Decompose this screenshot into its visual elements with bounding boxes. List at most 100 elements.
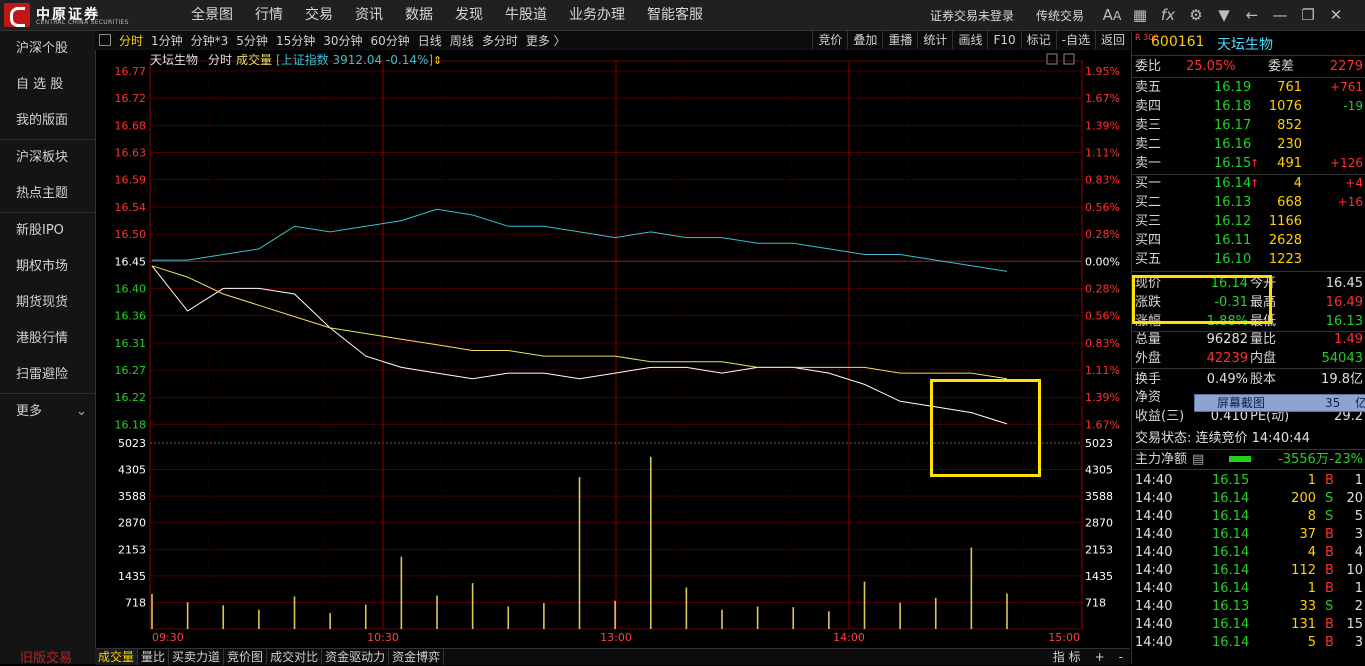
menu-service[interactable]: 智能客服 [647, 0, 703, 30]
sidebar-item-hot-topics[interactable]: 热点主题 [0, 176, 95, 212]
bids-level-row[interactable]: 买三 16.12 1166 [1132, 212, 1365, 231]
bids-level-row[interactable]: 买四 16.11 2628 [1132, 231, 1365, 250]
overlay-button[interactable]: 叠加 [847, 31, 882, 49]
tab-1min[interactable]: 1分钟 [151, 32, 183, 49]
menu-business[interactable]: 业务办理 [569, 0, 625, 30]
stats-button[interactable]: 统计 [917, 31, 952, 49]
restore-icon[interactable]: ❐ [1294, 6, 1322, 24]
divider [1132, 368, 1365, 369]
menu-quotes[interactable]: 行情 [255, 0, 283, 30]
price-tick-label: 16.72 [115, 92, 147, 105]
stat-value: 19.8亿 [1321, 372, 1363, 387]
close-icon[interactable]: ✕ [1322, 6, 1350, 24]
tab-60min[interactable]: 60分钟 [371, 32, 410, 49]
pct-tick-label: 0.28% [1085, 282, 1120, 295]
tick-time: 14:40 [1135, 509, 1173, 524]
volume-tick-label: 1435 [118, 570, 146, 583]
sidebar-item-risk[interactable]: 扫雷避险 [0, 357, 95, 393]
asks-level-row[interactable]: 卖四 16.18 1076 -19 [1132, 97, 1365, 116]
tab-buy-sell-power[interactable]: 买卖力道 [169, 649, 225, 665]
stat-row: 总量 96282 量比 1.49 [1132, 330, 1365, 349]
auction-button[interactable]: 竞价 [812, 31, 847, 49]
grid-icon[interactable]: ▦ [1126, 6, 1154, 24]
tab-volume-ratio[interactable]: 量比 [138, 649, 170, 665]
indicator-button[interactable]: 指 标 [1046, 649, 1088, 665]
bids-level-row[interactable]: 买五 16.10 1223 [1132, 250, 1365, 269]
tab-weekly[interactable]: 周线 [450, 32, 474, 49]
tab-auction-chart[interactable]: 竞价图 [224, 649, 268, 665]
add-indicator-button[interactable]: + [1088, 649, 1112, 665]
tab-volume[interactable]: 成交量 [95, 649, 139, 665]
pct-tick-label: 0.28% [1085, 228, 1120, 241]
sidebar-item-hk[interactable]: 港股行情 [0, 321, 95, 357]
sidebar-item-my-layout[interactable]: 我的版面 [0, 103, 95, 139]
intraday-chart[interactable]: 16.77 1.95% 16.72 1.67% 16.68 1.39% 16.63 1.11%… [95, 49, 1130, 648]
menu-trade[interactable]: 交易 [305, 0, 333, 30]
tab-capital-drive[interactable]: 资金驱动力 [322, 649, 390, 665]
traditional-trade-link[interactable]: 传统交易 [1036, 7, 1084, 24]
tick-time: 14:40 [1135, 563, 1173, 578]
popup-right: 亿 [1355, 396, 1365, 410]
remove-indicator-button[interactable]: - [1112, 649, 1130, 665]
sidebar-item-hs-stocks[interactable]: 沪深个股 [0, 31, 95, 67]
tab-5min[interactable]: 5分钟 [236, 32, 268, 49]
menu-overview[interactable]: 全景图 [191, 0, 233, 30]
tab-trade-compare[interactable]: 成交对比 [267, 649, 323, 665]
screenshot-tooltip[interactable]: 屏幕截图 35 亿 [1194, 394, 1365, 412]
asks-level-row[interactable]: 卖五 16.19 761 +761 [1132, 78, 1365, 97]
sidebar-item-futures[interactable]: 期货现货 [0, 285, 95, 321]
asks-level-row[interactable]: 卖三 16.17 852 [1132, 116, 1365, 135]
f10-button[interactable]: F10 [987, 31, 1020, 49]
tab-multi-intraday[interactable]: 多分时 [482, 32, 518, 49]
zoom-in-icon[interactable] [1046, 53, 1058, 65]
main-menu: 全景图 行情 交易 资讯 数据 发现 牛股道 业务办理 智能客服 [180, 0, 714, 30]
minimize-icon[interactable]: — [1266, 6, 1294, 24]
volume-bar [507, 606, 510, 629]
layout-grid-icon[interactable] [99, 34, 111, 46]
pct-tick-label: 0.83% [1085, 337, 1120, 350]
remove-watchlist-button[interactable]: -自选 [1055, 31, 1095, 49]
tab-3min[interactable]: 分钟*3 [191, 32, 229, 49]
weibi-row: 委比 25.05% 委差 2279 [1132, 57, 1365, 76]
tick-direction: B [1325, 473, 1334, 488]
bids-level-row[interactable]: 买一 16.14 ↑ 4 +4 [1132, 174, 1365, 193]
stat-label: 量比 [1250, 332, 1277, 347]
up-down-arrow-icon[interactable]: ⇕ [433, 54, 442, 67]
menu-news[interactable]: 资讯 [355, 0, 383, 30]
tab-more[interactable]: 更多 〉 [526, 32, 566, 49]
asks-level-row[interactable]: 卖一 16.15 ↑ 491 +126 [1132, 154, 1365, 173]
tab-daily[interactable]: 日线 [418, 32, 442, 49]
menu-discover[interactable]: 发现 [455, 0, 483, 30]
tab-capital-game[interactable]: 资金博弈 [389, 649, 445, 665]
asks-level-row[interactable]: 卖二 16.16 230 [1132, 135, 1365, 154]
pct-tick-label: 0.83% [1085, 174, 1120, 187]
tick-price: 16.14 [1212, 491, 1250, 506]
font-size-icon[interactable]: AA [1098, 6, 1126, 24]
tab-intraday[interactable]: 分时 [119, 32, 143, 49]
sidebar-item-more[interactable]: 更多 ⌄ [0, 393, 95, 430]
zoom-out-icon[interactable] [1063, 53, 1075, 65]
level-change: +761 [1330, 80, 1363, 94]
login-status-link[interactable]: 证券交易未登录 [930, 7, 1014, 24]
volume-tick-label: 718 [125, 596, 146, 609]
menu-data[interactable]: 数据 [405, 0, 433, 30]
sidebar-item-ipo[interactable]: 新股IPO [0, 212, 95, 249]
sidebar-item-hs-sectors[interactable]: 沪深板块 [0, 139, 95, 176]
mark-button[interactable]: 标记 [1020, 31, 1056, 49]
stock-name[interactable]: 天坛生物 [1217, 34, 1273, 54]
draw-line-button[interactable]: 画线 [952, 31, 987, 49]
shirt-icon[interactable]: ▼ [1210, 6, 1238, 24]
fx-icon[interactable]: fx [1154, 6, 1182, 24]
replay-button[interactable]: 重播 [882, 31, 917, 49]
gear-icon[interactable]: ⚙ [1182, 6, 1210, 24]
volume-bar [400, 556, 403, 629]
tab-30min[interactable]: 30分钟 [323, 32, 362, 49]
back-arrow-icon[interactable]: ← [1238, 6, 1266, 24]
sidebar-item-watchlist[interactable]: 自 选 股 [0, 67, 95, 103]
bids-level-row[interactable]: 买二 16.13 668 +16 [1132, 193, 1365, 212]
sidebar-item-options[interactable]: 期权市场 [0, 249, 95, 285]
tab-15min[interactable]: 15分钟 [276, 32, 315, 49]
back-button[interactable]: 返回 [1094, 31, 1130, 49]
note-icon[interactable]: ▤ [1192, 450, 1204, 469]
menu-bull-stock[interactable]: 牛股道 [505, 0, 547, 30]
